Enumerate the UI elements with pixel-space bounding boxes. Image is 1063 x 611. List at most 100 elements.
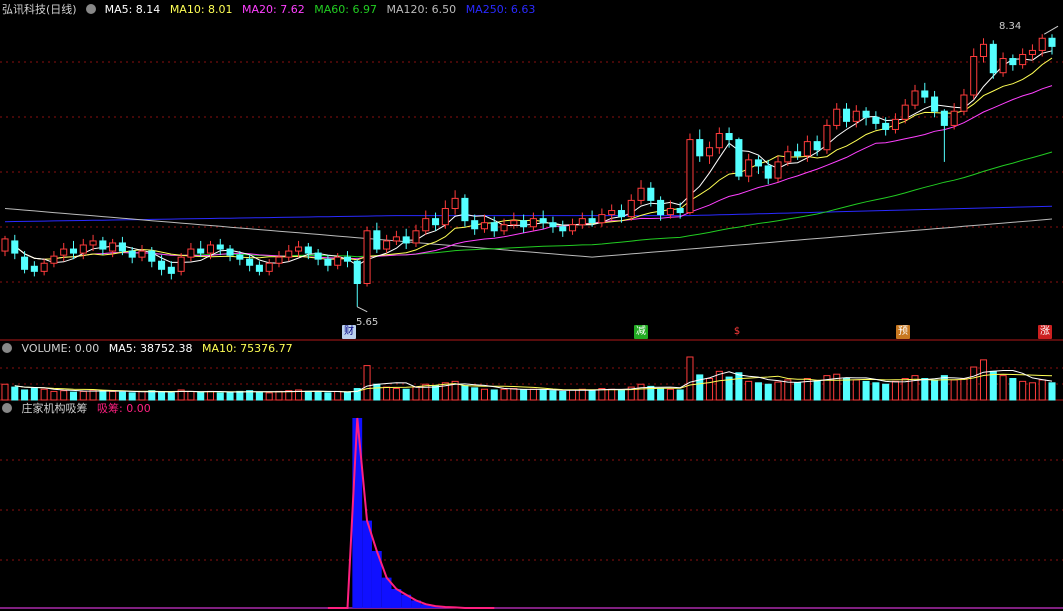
volume-bar bbox=[255, 391, 263, 401]
candlestick bbox=[950, 110, 958, 126]
candlestick bbox=[989, 43, 997, 74]
candlestick bbox=[608, 210, 616, 216]
event-marker-reduce[interactable]: 减 bbox=[634, 325, 648, 339]
volume-bar bbox=[578, 388, 586, 401]
event-marker-dividend[interactable]: $ bbox=[730, 325, 744, 339]
candlestick bbox=[862, 110, 870, 118]
candlestick bbox=[1019, 53, 1027, 66]
candlestick bbox=[441, 208, 449, 226]
volume-bar bbox=[960, 378, 968, 401]
collapse-icon[interactable] bbox=[86, 4, 97, 14]
candlestick bbox=[158, 260, 166, 270]
candlestick bbox=[40, 262, 48, 272]
volume-bar bbox=[471, 387, 479, 401]
volume-bar bbox=[412, 386, 420, 401]
volume-bar bbox=[236, 390, 244, 401]
volume-bar bbox=[314, 391, 322, 401]
candlestick bbox=[187, 248, 195, 258]
ma-label: MA20: 7.62 bbox=[242, 3, 305, 16]
candlestick bbox=[1009, 58, 1017, 66]
volume-bar bbox=[99, 390, 107, 401]
candlestick bbox=[1028, 49, 1036, 55]
candlestick bbox=[500, 224, 508, 232]
candlestick bbox=[539, 218, 547, 224]
volume-bar bbox=[520, 389, 528, 401]
candlestick bbox=[480, 222, 489, 230]
volume-bar bbox=[79, 390, 87, 401]
volume-bar bbox=[373, 383, 381, 401]
volume-bar bbox=[500, 388, 508, 401]
candlestick bbox=[392, 236, 400, 242]
candlestick bbox=[471, 220, 479, 230]
absorb-value-label: 吸筹: 0.00 bbox=[97, 402, 151, 415]
volume-bar bbox=[940, 375, 948, 401]
absorb-legend: 庄家机构吸筹 吸筹: 0.00 bbox=[2, 402, 157, 416]
low-pointer bbox=[357, 306, 368, 313]
volume-bar bbox=[383, 386, 391, 401]
candlestick bbox=[833, 108, 841, 126]
candlestick bbox=[246, 258, 254, 266]
volume-bar bbox=[1, 383, 9, 401]
candlestick bbox=[686, 139, 694, 214]
candlestick bbox=[275, 256, 283, 264]
candlestick bbox=[1038, 37, 1046, 51]
candlestick bbox=[823, 124, 831, 151]
candlestick bbox=[657, 199, 665, 216]
candlestick bbox=[1048, 37, 1056, 47]
candlestick bbox=[30, 265, 38, 272]
event-marker-finance[interactable]: 财 bbox=[342, 325, 356, 339]
candlestick bbox=[343, 256, 352, 262]
candlestick bbox=[265, 262, 273, 272]
candlestick bbox=[872, 116, 880, 124]
candlestick bbox=[255, 264, 263, 272]
collapse-icon[interactable] bbox=[2, 343, 12, 353]
volume-label: VOLUME: 0.00 bbox=[21, 342, 100, 355]
stock-chart[interactable] bbox=[0, 0, 1063, 611]
candlestick bbox=[206, 244, 215, 254]
candlestick bbox=[931, 96, 939, 112]
candlestick bbox=[363, 230, 371, 284]
ma250-line bbox=[4, 205, 1053, 223]
volume-bar bbox=[21, 389, 29, 401]
candlestick bbox=[891, 118, 899, 130]
candlestick bbox=[128, 250, 136, 258]
candlestick bbox=[960, 94, 968, 112]
candlestick bbox=[970, 56, 978, 96]
candlestick bbox=[588, 218, 596, 224]
candlestick bbox=[666, 208, 674, 216]
volume-bar bbox=[931, 379, 939, 401]
volume-bar bbox=[158, 391, 166, 401]
volume-bar bbox=[617, 389, 625, 401]
collapse-icon[interactable] bbox=[2, 403, 12, 413]
volume-bar bbox=[872, 382, 880, 401]
volume-bar bbox=[187, 390, 195, 401]
volume-bar bbox=[30, 388, 38, 401]
ma20-line bbox=[14, 85, 1053, 260]
ma-label: MA10: 8.01 bbox=[169, 3, 233, 16]
volume-bar bbox=[588, 389, 596, 401]
candlestick bbox=[60, 248, 68, 256]
event-marker-rise[interactable]: 涨 bbox=[1038, 325, 1052, 339]
candlestick bbox=[999, 58, 1007, 74]
candlestick bbox=[549, 222, 557, 228]
volume-bar bbox=[989, 370, 997, 401]
candlestick bbox=[784, 151, 792, 163]
candlestick bbox=[510, 220, 518, 226]
volume-bar bbox=[754, 382, 762, 401]
candlestick bbox=[705, 147, 714, 157]
volume-bar bbox=[50, 390, 58, 401]
volume-bar bbox=[69, 391, 78, 401]
candlestick bbox=[11, 240, 19, 254]
candlestick bbox=[842, 108, 851, 122]
candlestick bbox=[520, 220, 528, 228]
volume-bar bbox=[1019, 380, 1027, 401]
volume-legend: VOLUME: 0.00 MA5: 38752.38 MA10: 75376.7… bbox=[2, 342, 299, 356]
volume-bar bbox=[480, 388, 489, 401]
event-marker-forecast[interactable]: 预 bbox=[896, 325, 910, 339]
volume-bar bbox=[686, 356, 694, 401]
volume-bar bbox=[40, 388, 48, 401]
candlestick bbox=[637, 187, 645, 201]
candlestick bbox=[813, 141, 821, 151]
volume-bar bbox=[735, 372, 743, 401]
candlestick bbox=[921, 90, 929, 98]
